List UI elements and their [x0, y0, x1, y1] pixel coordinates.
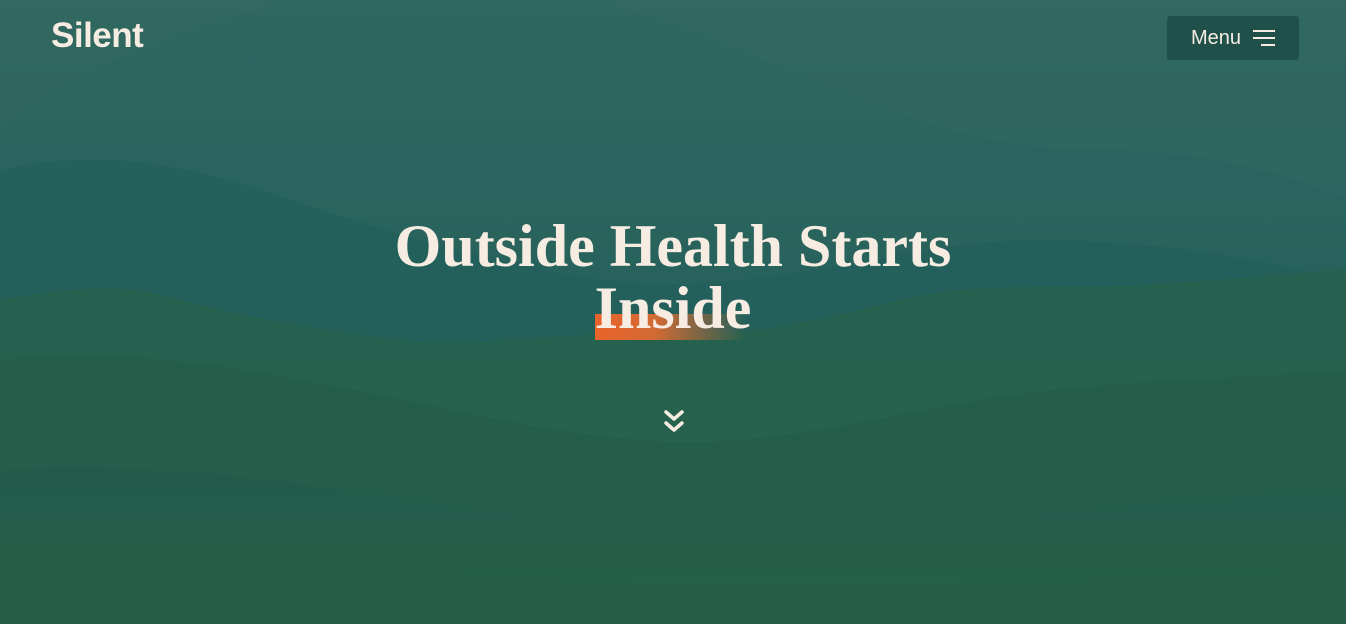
- hero-headline-line2: Inside: [594, 275, 752, 341]
- menu-button-label: Menu: [1190, 26, 1242, 49]
- scroll-down-button[interactable]: [662, 408, 686, 436]
- hero-headline-line1: Outside Health Starts: [394, 213, 952, 279]
- hero-headline: Outside Health Starts Inside: [0, 213, 1346, 341]
- site-logo[interactable]: Silent: [51, 16, 144, 56]
- menu-button[interactable]: Menu: [1167, 16, 1299, 60]
- hamburger-menu-icon: [1253, 30, 1276, 46]
- double-chevron-down-icon: [664, 410, 684, 432]
